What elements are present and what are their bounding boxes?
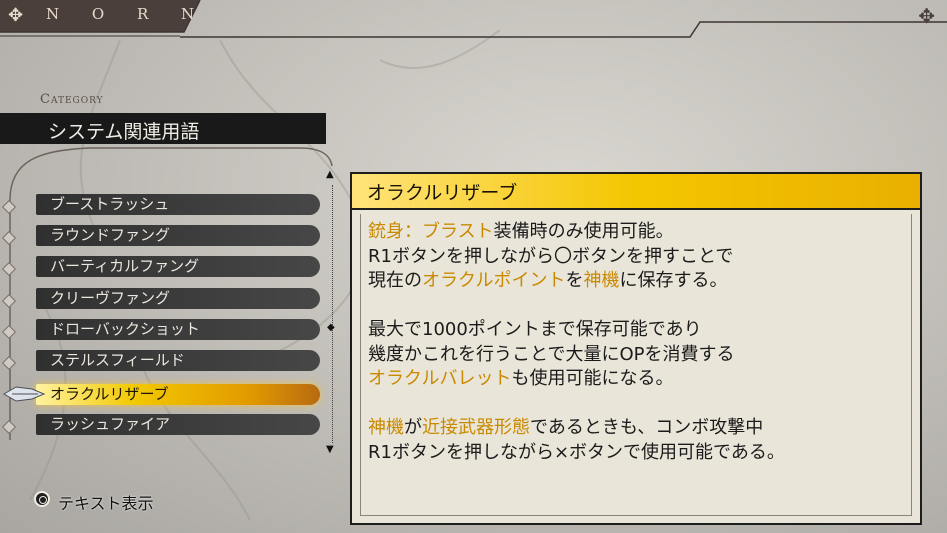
desc-line: オラクルバレットも使用可能になる。: [368, 367, 908, 392]
text-display-button[interactable]: テキスト表示: [58, 490, 154, 514]
text: であるときも、コンボ攻撃中: [530, 417, 764, 438]
desc-line: 幾度かこれを行うことで大量にOPを消費する: [368, 343, 735, 365]
detail-title: オラクルリザーブ: [367, 182, 518, 204]
keyword: オラクルバレット: [368, 368, 512, 389]
corner-ornament-icon: ✥: [918, 4, 935, 28]
norn-logo-icon: ✥: [8, 5, 24, 26]
desc-line: 神機が近接武器形態であるときも、コンボ攻撃中: [368, 416, 908, 441]
list-item[interactable]: ブーストラッシュ: [36, 194, 320, 215]
keyword: 神機: [368, 417, 404, 438]
circle-button-icon[interactable]: [34, 491, 50, 507]
category-label: Category: [40, 92, 104, 107]
text: に保存する。: [619, 270, 728, 291]
keyword: 近接武器形態: [422, 417, 530, 438]
detail-description: 銃身：ブラスト装備時のみ使用可能。 R1ボタンを押しながら〇ボタンを押すことで …: [368, 220, 908, 465]
scroll-track[interactable]: [332, 185, 333, 443]
desc-line: 最大で1000ポイントまで保存可能であり: [368, 319, 702, 340]
text: が: [404, 417, 422, 438]
selection-cursor-icon: [3, 386, 46, 402]
text: 装備時のみ使用可能。: [493, 221, 674, 242]
text: 現在の: [368, 270, 422, 291]
desc-line: 銃身：ブラスト装備時のみ使用可能。: [368, 220, 908, 245]
text: を: [565, 270, 584, 291]
desc-line: R1ボタンを押しながら〇ボタンを押すことで: [368, 245, 734, 267]
text: も使用可能になる。: [511, 368, 674, 389]
brand-title: N O R N: [46, 5, 209, 23]
keyword: 神機: [583, 270, 620, 291]
list-item[interactable]: バーティカルファング: [36, 256, 320, 277]
scroll-position-icon[interactable]: ◆: [327, 322, 335, 333]
scroll-down-icon[interactable]: ▼: [326, 444, 334, 455]
list-item[interactable]: ドローバックショット: [36, 319, 320, 340]
desc-line: R1ボタンを押しながら×ボタンで使用可能である。: [368, 441, 785, 463]
keyword: オラクルポイント: [422, 270, 566, 291]
list-item[interactable]: ステルスフィールド: [36, 350, 320, 371]
desc-line: 現在のオラクルポイントを神機に保存する。: [368, 269, 908, 294]
list-item[interactable]: クリーヴファング: [36, 288, 320, 309]
list-item[interactable]: ラッシュファイア: [36, 414, 320, 435]
scroll-up-icon[interactable]: ▲: [326, 169, 334, 180]
keyword: 銃身：ブラスト: [368, 221, 494, 242]
list-item[interactable]: ラウンドファング: [36, 225, 320, 246]
list-item-selected[interactable]: オラクルリザーブ: [36, 384, 320, 405]
